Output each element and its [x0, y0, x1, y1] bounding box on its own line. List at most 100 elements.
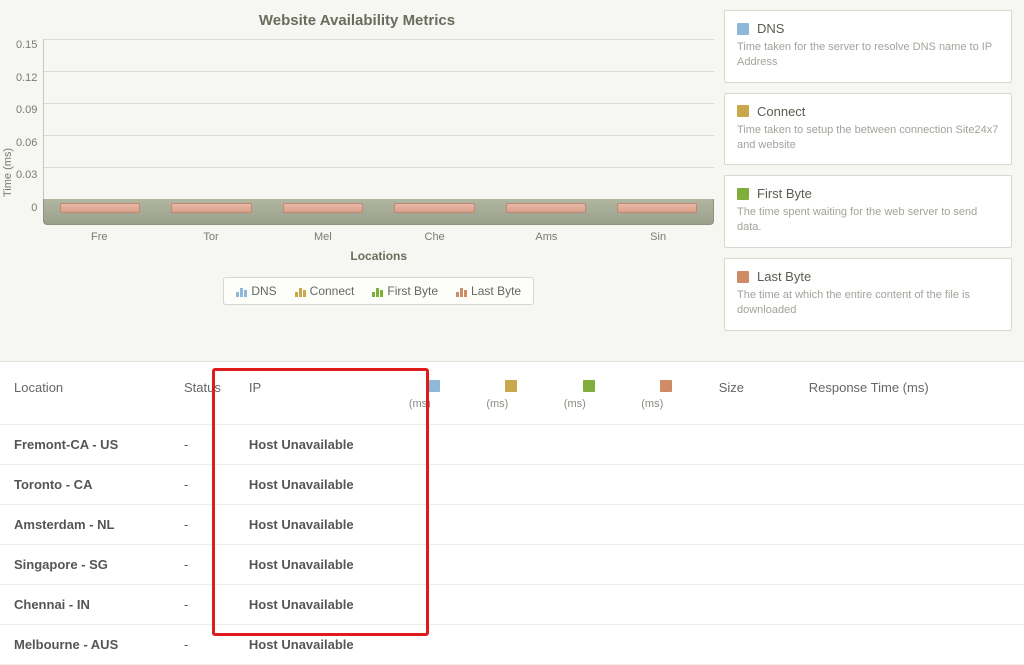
bar-slot — [267, 199, 378, 224]
table-row[interactable]: Fremont-CA - US-Host Unavailable — [0, 424, 1024, 464]
cell-dns-ms — [395, 584, 472, 624]
legend-item-firstbyte[interactable]: First Byte — [372, 284, 438, 298]
info-title: DNS — [757, 21, 784, 36]
table-row[interactable]: Singapore - SG-Host Unavailable — [0, 544, 1024, 584]
x-axis-label: Locations — [43, 249, 714, 263]
col-size[interactable]: Size — [705, 362, 795, 425]
cell-dns-ms — [395, 424, 472, 464]
cell-lastbyte-ms — [627, 624, 704, 664]
info-card-lastbyte: Last Byte The time at which the entire c… — [724, 258, 1012, 331]
cell-firstbyte-ms — [550, 584, 627, 624]
cell-ip: Host Unavailable — [235, 584, 395, 624]
bar-lastbyte-icon — [617, 203, 697, 213]
table-row[interactable]: Amsterdam - NL-Host Unavailable — [0, 504, 1024, 544]
y-axis-label: Time (ms) — [0, 39, 16, 305]
chart-legend: DNS Connect First Byte Last Byte — [223, 277, 534, 305]
swatch-icon — [660, 380, 672, 392]
cell-connect-ms — [472, 544, 549, 584]
x-tick: Mel — [267, 231, 379, 243]
cell-firstbyte-ms — [550, 464, 627, 504]
table-row[interactable]: Chennai - IN-Host Unavailable — [0, 584, 1024, 624]
bar-lastbyte-icon — [283, 203, 363, 213]
plot-area[interactable] — [43, 39, 714, 199]
chart-title: Website Availability Metrics — [0, 12, 714, 29]
cell-size — [705, 424, 795, 464]
cell-size — [705, 544, 795, 584]
cell-location: Chennai - IN — [0, 584, 170, 624]
cell-status: - — [170, 504, 235, 544]
metrics-table: Location Status IP (ms) (ms) (ms) — [0, 362, 1024, 665]
col-response[interactable]: Response Time (ms) — [795, 362, 1024, 425]
cell-size — [705, 504, 795, 544]
ms-sub: (ms) — [564, 398, 586, 410]
bar-lastbyte-icon — [506, 203, 586, 213]
cell-dns-ms — [395, 464, 472, 504]
col-dns-ms[interactable]: (ms) — [395, 362, 472, 425]
cell-connect-ms — [472, 464, 549, 504]
swatch-icon — [737, 188, 749, 200]
legend-label: Connect — [310, 284, 355, 298]
x-tick: Che — [379, 231, 491, 243]
table-row[interactable]: Melbourne - AUS-Host Unavailable — [0, 624, 1024, 664]
bar-slot — [490, 199, 601, 224]
gridline — [44, 103, 714, 104]
info-desc: The time at which the entire content of … — [737, 288, 999, 318]
gridline — [44, 39, 714, 40]
col-connect-ms[interactable]: (ms) — [472, 362, 549, 425]
legend-label: Last Byte — [471, 284, 521, 298]
cell-location: Fremont-CA - US — [0, 424, 170, 464]
col-status[interactable]: Status — [170, 362, 235, 425]
legend-item-dns[interactable]: DNS — [236, 284, 276, 298]
y-tick: 0.06 — [16, 137, 37, 149]
col-location[interactable]: Location — [0, 362, 170, 425]
top-area: Website Availability Metrics Time (ms) 0… — [0, 0, 1024, 362]
bar-slot — [44, 199, 155, 224]
swatch-icon — [583, 380, 595, 392]
legend-label: First Byte — [387, 284, 438, 298]
table-row[interactable]: Toronto - CA-Host Unavailable — [0, 464, 1024, 504]
y-tick: 0.09 — [16, 104, 37, 116]
info-title: Connect — [757, 104, 805, 119]
cell-size — [705, 584, 795, 624]
table-header-row: Location Status IP (ms) (ms) (ms) — [0, 362, 1024, 425]
y-tick: 0.12 — [16, 72, 37, 84]
bar-lastbyte-icon — [394, 203, 474, 213]
cell-firstbyte-ms — [550, 504, 627, 544]
info-desc: Time taken to setup the between connecti… — [737, 123, 999, 153]
cell-firstbyte-ms — [550, 424, 627, 464]
gridline — [44, 167, 714, 168]
ms-sub: (ms) — [486, 398, 508, 410]
cell-status: - — [170, 584, 235, 624]
swatch-icon — [737, 105, 749, 117]
bars-icon — [372, 286, 383, 297]
cell-size — [705, 624, 795, 664]
y-tick: 0.15 — [16, 39, 37, 51]
cell-connect-ms — [472, 424, 549, 464]
cell-ip: Host Unavailable — [235, 544, 395, 584]
cell-dns-ms — [395, 504, 472, 544]
gridline — [44, 71, 714, 72]
legend-item-lastbyte[interactable]: Last Byte — [456, 284, 521, 298]
plot-base — [43, 199, 714, 225]
cell-ip: Host Unavailable — [235, 504, 395, 544]
swatch-icon — [737, 23, 749, 35]
info-side-panel: DNS Time taken for the server to resolve… — [724, 6, 1024, 341]
swatch-icon — [737, 271, 749, 283]
legend-item-connect[interactable]: Connect — [295, 284, 355, 298]
cell-connect-ms — [472, 624, 549, 664]
info-card-connect: Connect Time taken to setup the between … — [724, 93, 1012, 166]
info-title: First Byte — [757, 186, 812, 201]
cell-location: Toronto - CA — [0, 464, 170, 504]
bar-lastbyte-icon — [171, 203, 251, 213]
col-ip[interactable]: IP — [235, 362, 395, 425]
bars-icon — [295, 286, 306, 297]
col-lastbyte-ms[interactable]: (ms) — [627, 362, 704, 425]
bars-icon — [236, 286, 247, 297]
bar-slot — [379, 199, 490, 224]
info-card-firstbyte: First Byte The time spent waiting for th… — [724, 175, 1012, 248]
cell-ip: Host Unavailable — [235, 624, 395, 664]
col-firstbyte-ms[interactable]: (ms) — [550, 362, 627, 425]
cell-lastbyte-ms — [627, 464, 704, 504]
cell-status: - — [170, 624, 235, 664]
plot-wrap: Fre Tor Mel Che Ams Sin Locations DNS — [43, 39, 714, 305]
